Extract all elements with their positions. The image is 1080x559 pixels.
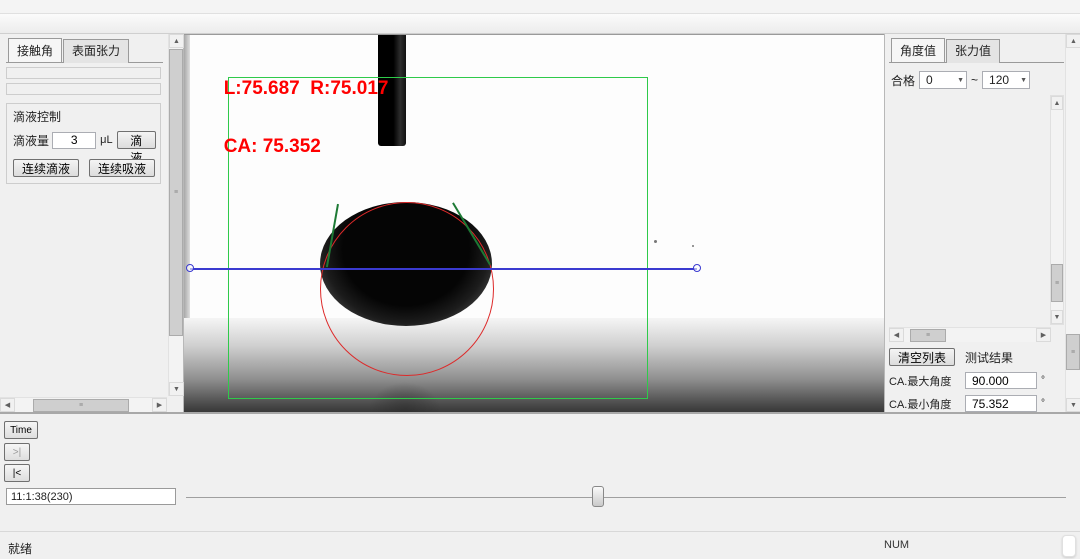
scroll-left-arrow-icon[interactable]: ◀ [0,398,15,412]
status-ready-label: 就绪 [8,540,32,557]
table-scroll-up-icon[interactable]: ▲ [1051,96,1063,110]
toolbar [0,14,1080,34]
drop-control-group: 滴液控制 滴液量 μL 滴液 连续滴液 连续吸液 [6,103,161,184]
frame-filmstrip: Time >| |< 11:1:38(230) [0,412,1080,531]
num-lock-indicator: NUM [884,539,909,551]
right-results-panel: 角度值 张力值 合格 0 ▼ ~ 120 ▼ [884,34,1080,412]
scroll-right-arrow-icon[interactable]: ▶ [152,398,167,412]
angle-readings: L:75.687 R:75.017 CA: 75.352 [192,45,388,190]
tab-tension-values[interactable]: 张力值 [946,39,1000,63]
left-vscroll-thumb[interactable]: ≡ [169,49,183,336]
tilde-label: ~ [971,73,978,87]
table-scroll-down-icon[interactable]: ▼ [1051,310,1063,324]
menu-bar [0,0,1080,14]
left-tab-body: 滴液控制 滴液量 μL 滴液 连续滴液 连续吸液 [6,62,163,184]
test-results-label: 测试结果 [965,349,1013,366]
table-hscroll-thumb[interactable]: ≡ [910,329,946,342]
baseline-left-handle[interactable] [186,264,194,272]
tab-angle-values[interactable]: 角度值 [891,38,945,62]
drop-volume-label: 滴液量 [13,132,52,149]
tab-surface-tension[interactable]: 表面张力 [63,39,129,63]
frame-slider-track[interactable] [186,497,1066,498]
main-row: 接触角 表面张力 滴液控制 滴液量 μL 滴液 连续滴液 连续吸液 [0,34,1080,412]
table-scroll-left-icon[interactable]: ◀ [889,328,904,342]
sample-info-group [6,67,161,79]
material-info-group [6,83,161,95]
degree-unit: ° [1041,398,1045,409]
left-angle-value: L:75.687 [224,78,300,99]
left-panel-vscrollbar[interactable]: ▲ ≡ ▼ [168,34,183,396]
ca-max-label: CA.最大角度 [889,373,961,389]
left-panel-tabs: 接触角 表面张力 [8,38,163,62]
ca-max-input[interactable] [965,372,1037,389]
right-panel-vscrollbar[interactable]: ▲ ≡ ▼ [1065,34,1080,412]
min-angle-combo[interactable]: 0 ▼ [919,71,967,89]
left-parameters-panel: 接触角 表面张力 滴液控制 滴液量 μL 滴液 连续滴液 连续吸液 [0,34,184,412]
continuous-suck-button[interactable]: 连续吸液 [89,159,155,177]
scroll-down-arrow-icon[interactable]: ▼ [169,382,184,396]
chevron-down-icon: ▼ [1020,77,1027,84]
scroll-up-arrow-icon[interactable]: ▲ [1066,34,1080,48]
right-vscroll-thumb[interactable]: ≡ [1066,334,1080,370]
ca-min-input[interactable] [965,395,1037,412]
timestamp-display: 11:1:38(230) [6,488,176,505]
qualified-label: 合格 [891,72,915,89]
left-panel-content: 接触角 表面张力 滴液控制 滴液量 μL 滴液 连续滴液 连续吸液 [0,34,165,396]
left-panel-hscrollbar[interactable]: ◀ ≡ ▶ [0,397,167,412]
baseline-right-handle[interactable] [693,264,701,272]
clear-list-button[interactable]: 清空列表 [889,348,955,366]
drop-volume-input[interactable] [52,132,96,149]
degree-unit: ° [1041,375,1045,386]
baseline-line[interactable] [190,268,697,270]
qualified-range-row: 合格 0 ▼ ~ 120 ▼ [891,71,1064,89]
table-scroll-right-icon[interactable]: ▶ [1036,328,1051,342]
right-angle-value: R:75.017 [310,78,388,99]
left-hscroll-thumb[interactable]: ≡ [33,399,129,412]
table-vscroll-thumb[interactable]: ≡ [1051,264,1063,302]
camera-view[interactable]: L:75.687 R:75.017 CA: 75.352 [184,34,884,412]
drop-volume-unit: μL [100,134,112,146]
time-mode-button[interactable]: Time [4,421,38,439]
table-vscrollbar[interactable]: ▲ ≡ ▼ [1050,95,1064,325]
table-hscrollbar[interactable]: ◀ ≡ ▶ [889,327,1051,342]
drop-control-title: 滴液控制 [13,108,156,125]
scroll-up-arrow-icon[interactable]: ▲ [169,34,184,48]
frame-slider-thumb[interactable] [592,486,604,507]
min-angle-value: 0 [926,73,933,87]
max-angle-value: 120 [989,73,1009,87]
angle-results-table [889,95,1050,325]
ime-toolbar [1062,535,1076,557]
drop-button[interactable]: 滴液 [117,131,156,149]
first-frame-button[interactable]: |< [4,464,30,482]
right-tab-body: 合格 0 ▼ ~ 120 ▼ [889,62,1064,412]
last-frame-button[interactable]: >| [4,443,30,461]
right-panel-content: 角度值 张力值 合格 0 ▼ ~ 120 ▼ [889,38,1064,412]
continuous-drop-button[interactable]: 连续滴液 [13,159,79,177]
tab-contact-angle[interactable]: 接触角 [8,38,62,62]
ca-value: CA: 75.352 [224,136,321,157]
scroll-down-arrow-icon[interactable]: ▼ [1066,398,1080,412]
ca-min-label: CA.最小角度 [889,396,961,412]
status-bar: 就绪 NUM [0,531,1080,559]
max-angle-combo[interactable]: 120 ▼ [982,71,1030,89]
right-panel-tabs: 角度值 张力值 [891,38,1064,62]
chevron-down-icon: ▼ [957,77,964,84]
